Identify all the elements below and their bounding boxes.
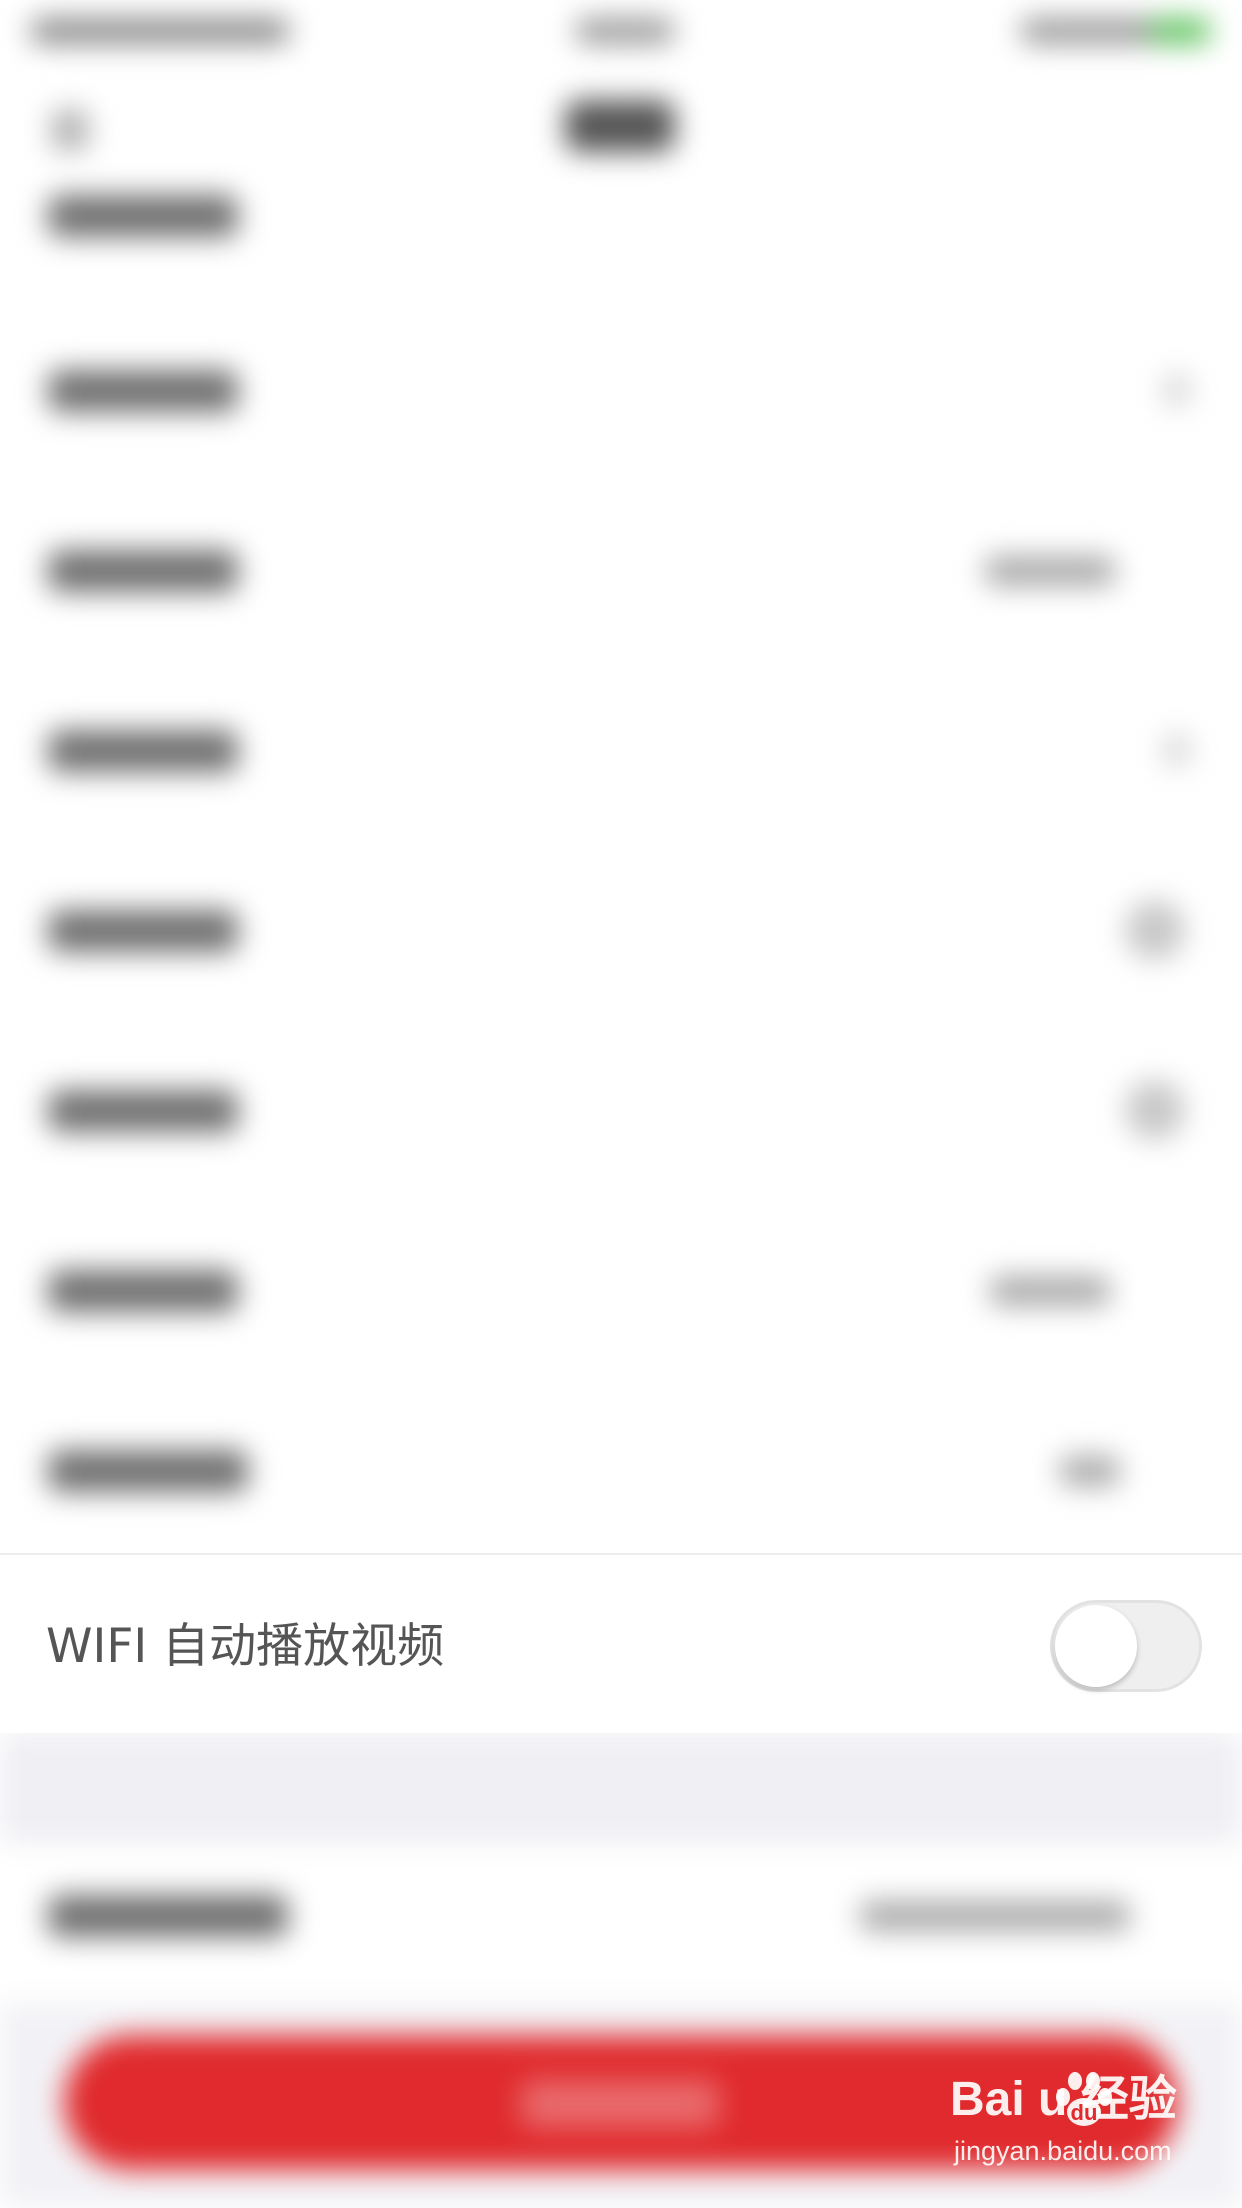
battery-icon: [1150, 18, 1210, 44]
settings-row-icon: [1125, 900, 1185, 960]
settings-row-label: [48, 195, 238, 237]
settings-row-label: [48, 550, 238, 592]
settings-row[interactable]: [0, 1380, 1242, 1560]
wifi-autoplay-toggle[interactable]: [1050, 1600, 1202, 1692]
settings-row-value: [1060, 1456, 1120, 1486]
settings-row-label: [48, 370, 238, 412]
settings-row[interactable]: [0, 660, 1242, 840]
settings-row[interactable]: [0, 130, 1242, 310]
settings-row[interactable]: [0, 1200, 1242, 1380]
settings-row-label: [48, 1270, 238, 1312]
status-bar: [0, 0, 1242, 60]
section-gap: [0, 1733, 1242, 1843]
settings-row[interactable]: [0, 300, 1242, 480]
settings-row-label: [48, 730, 238, 772]
logout-button-label: [520, 2080, 720, 2128]
wifi-autoplay-label: WIFI 自动播放视频: [46, 1619, 445, 1674]
watermark-site-text: jingyan.baidu.com: [954, 2136, 1172, 2166]
chevron-right-icon: [1165, 375, 1189, 405]
svg-text:du: du: [1071, 2100, 1098, 2125]
status-bar-carrier: [30, 18, 290, 44]
settings-row-icon: [1125, 1080, 1185, 1140]
settings-row[interactable]: [0, 1843, 1242, 2003]
settings-row[interactable]: [0, 480, 1242, 660]
chevron-right-icon: [1165, 735, 1189, 765]
settings-row-label: [48, 1895, 288, 1937]
paw-icon: du: [1056, 2072, 1112, 2126]
settings-row-value: [990, 1276, 1110, 1306]
settings-row-label: [48, 910, 238, 952]
baidu-jingyan-watermark: Bai u 经验 du jingyan.baidu.com: [950, 2070, 1230, 2190]
settings-row-label: [48, 1090, 238, 1132]
settings-row-value: [860, 1901, 1130, 1931]
settings-row[interactable]: [0, 1020, 1242, 1200]
settings-row[interactable]: [0, 840, 1242, 1020]
blurred-background: [0, 0, 1242, 2208]
wifi-autoplay-row[interactable]: WIFI 自动播放视频: [0, 1555, 1242, 1733]
toggle-knob[interactable]: [1055, 1605, 1137, 1687]
settings-row-label: [48, 1450, 248, 1492]
settings-row-value: [985, 556, 1115, 586]
status-bar-time: [575, 18, 675, 44]
